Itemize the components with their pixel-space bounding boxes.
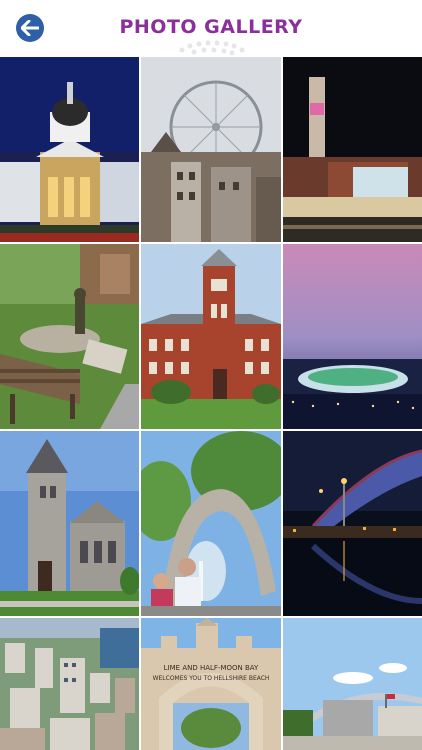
harbour-arch-photo (283, 618, 422, 750)
aerial-city-photo (0, 618, 139, 750)
photo-tile-aerial-city[interactable] (0, 618, 139, 750)
city-hall-photo (0, 57, 139, 242)
decorative-dots-icon (179, 40, 245, 56)
photo-tile-ferris-wheel[interactable] (141, 57, 281, 242)
photo-tile-beach-arch[interactable]: LIME AND HALF-MOON BAY WELCOMES YOU TO H… (141, 618, 281, 750)
arch-sign-text-line2: WELCOMES YOU TO HELLSHIRE BEACH (153, 675, 270, 682)
stadium-photo (283, 244, 422, 429)
stone-church-photo (0, 431, 139, 616)
ferris-wheel-photo (141, 57, 281, 242)
clock-tower-photo (283, 57, 422, 242)
park-bench-photo (0, 244, 139, 429)
arch-sign-text-line1: LIME AND HALF-MOON BAY (164, 664, 259, 672)
page-title: PHOTO GALLERY (119, 16, 303, 38)
photo-tile-park-bench[interactable] (0, 244, 139, 429)
night-bridge-photo (283, 431, 422, 616)
brick-hall-photo (141, 244, 281, 429)
fountain-arch-photo (141, 431, 281, 616)
photo-tile-city-hall[interactable] (0, 57, 139, 242)
photo-tile-brick-hall[interactable] (141, 244, 281, 429)
app-header: PHOTO GALLERY (0, 0, 422, 57)
photo-tile-stadium[interactable] (283, 244, 422, 429)
beach-arch-photo: LIME AND HALF-MOON BAY WELCOMES YOU TO H… (141, 618, 281, 750)
photo-tile-fountain-arch[interactable] (141, 431, 281, 616)
photo-tile-clock-tower[interactable] (283, 57, 422, 242)
photo-grid: LIME AND HALF-MOON BAY WELCOMES YOU TO H… (0, 57, 422, 750)
photo-tile-stone-church[interactable] (0, 431, 139, 616)
photo-tile-harbour-arch[interactable] (283, 618, 422, 750)
photo-tile-night-bridge[interactable] (283, 431, 422, 616)
